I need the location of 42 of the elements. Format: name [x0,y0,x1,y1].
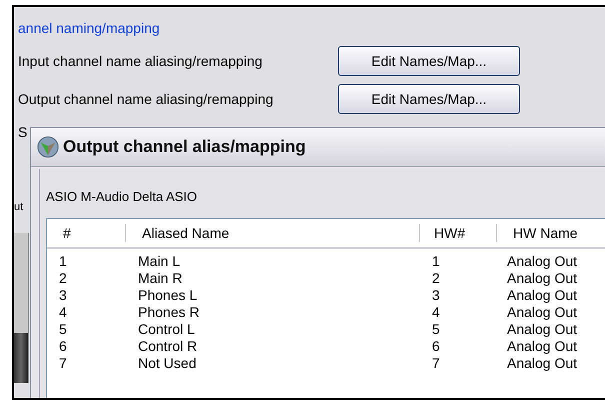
table-cell-text: Analog Out [506,253,578,270]
label-text: ut [14,201,24,213]
column-header[interactable]: HW Name [497,224,605,242]
table-cell-text: Main R [137,270,184,287]
table-cell-text: 1 [58,253,68,270]
table-cell-text: 7 [58,355,68,372]
table-cell-text: Analog Out [506,287,578,304]
table-cell-text: 1 [431,253,441,270]
table-cell-text: Control L [137,321,196,338]
column-header[interactable]: HW# [420,224,497,242]
table-cell-text: Analog Out [506,321,578,338]
edit-names-button[interactable]: Edit Names/Map... [338,46,520,76]
table-cell-text: 2 [431,270,441,287]
table-cell-text: 6 [431,338,441,355]
app-logo-icon [37,136,59,158]
table-cell-text: Phones L [137,287,198,304]
table-cell-text: 4 [58,304,68,321]
table-cell-text: 6 [58,338,68,355]
table-cell-text: Analog Out [506,355,578,372]
table-cell-text: Main L [137,253,182,270]
setting-label: Output channel name aliasing/remapping [18,91,274,107]
table-cell-text: 3 [58,287,68,304]
setting-label: Input channel name aliasing/remapping [18,53,264,69]
dialog-title: Output channel alias/mapping [63,137,306,157]
group-title: annel naming/mapping [18,20,160,36]
table-cell-text: 3 [431,287,441,304]
label-text: S [18,124,28,140]
table-cell-text: Analog Out [506,338,578,355]
device-name: ASIO M-Audio Delta ASIO [46,189,198,204]
table-cell-text: 5 [431,321,441,338]
table-cell-text: 2 [58,270,68,287]
table-cell-text: 7 [431,355,441,372]
edit-names-button[interactable]: Edit Names/Map... [338,84,520,114]
column-header[interactable]: Aliased Name [126,224,420,242]
table-cell-text: Analog Out [506,270,578,287]
table-cell-text: Phones R [137,304,200,321]
table-cell-text: Control R [137,338,198,355]
table-cell-text: 5 [58,321,68,338]
table-cell-text: Analog Out [506,304,578,321]
column-header[interactable]: # [47,224,126,242]
table-cell-text: Not Used [137,355,198,372]
table-cell-text: 4 [431,304,441,321]
